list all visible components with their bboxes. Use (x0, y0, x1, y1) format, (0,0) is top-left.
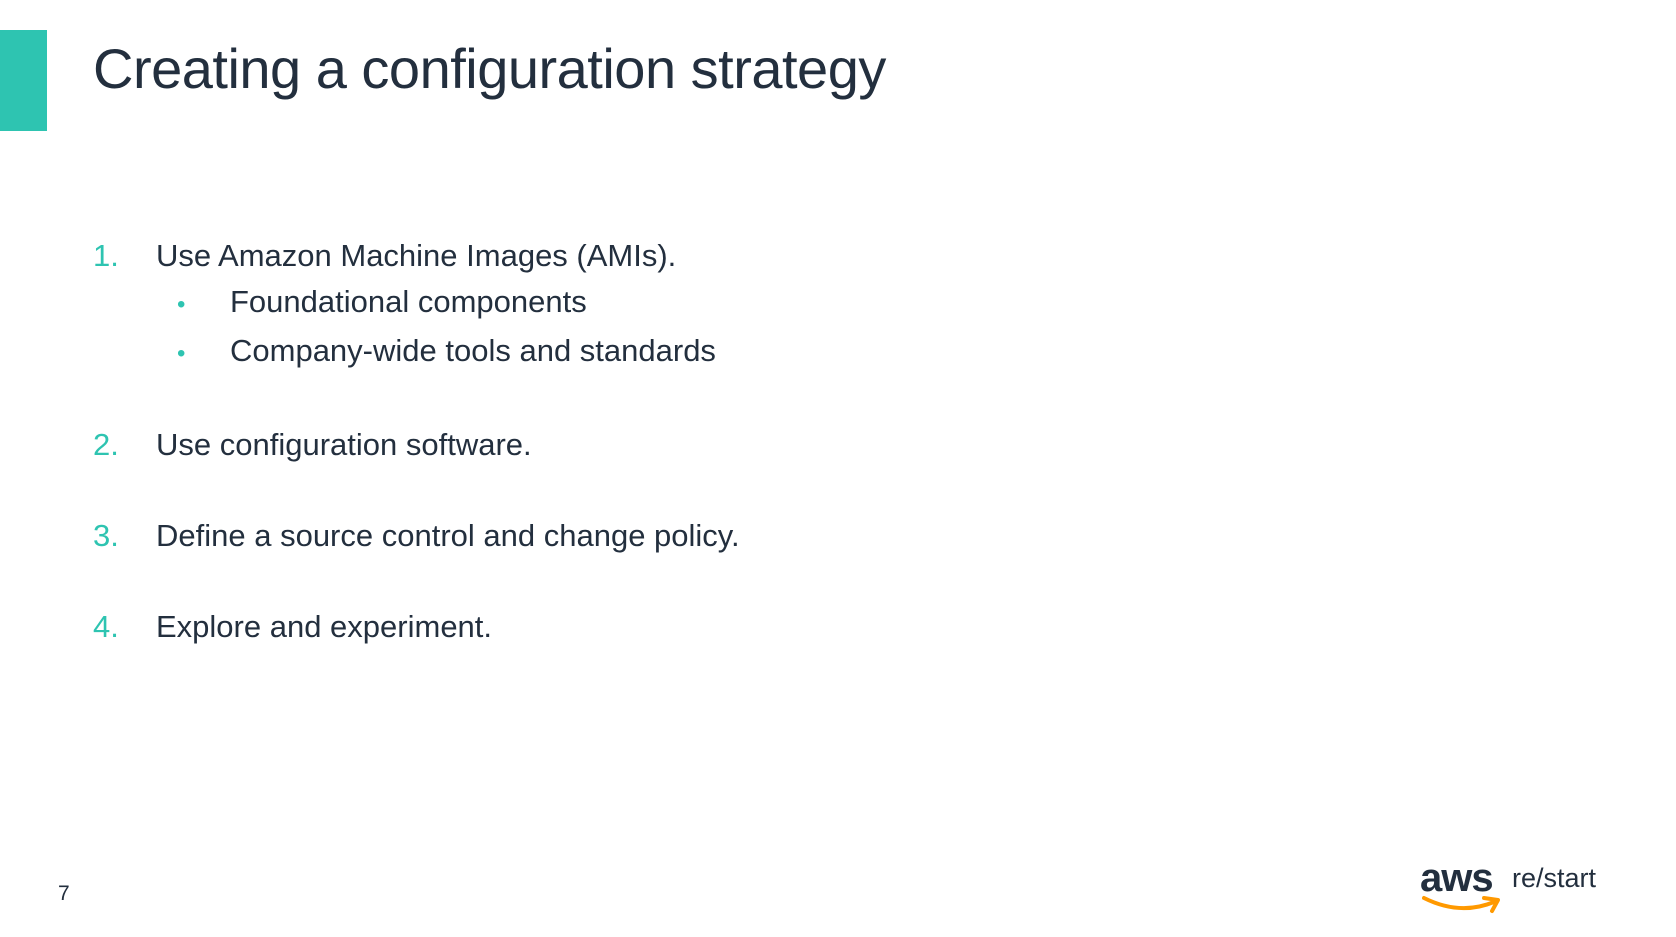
sub-list-item-1: • Foundational components (156, 282, 1293, 325)
list-number: 3. (93, 518, 119, 553)
title-accent-bar (0, 30, 47, 131)
aws-smile-arrow-icon (1422, 896, 1500, 913)
aws-restart-logo: aws re/start (1420, 856, 1610, 916)
bullet-icon: • (177, 291, 186, 318)
list-item-4: 4. Explore and experiment. (93, 607, 1293, 647)
list-item-2: 2. Use configuration software. (93, 425, 1293, 465)
list-item-1: 1. Use Amazon Machine Images (AMIs). • F… (93, 236, 1293, 374)
restart-logo-text: re/start (1512, 863, 1597, 893)
sub-list: • Foundational components • Company-wide… (156, 282, 1293, 374)
list-item-text: Use Amazon Machine Images (AMIs). (156, 238, 677, 273)
list-number: 2. (93, 427, 119, 462)
list-item-text: Explore and experiment. (156, 609, 493, 644)
list-number: 1. (93, 238, 119, 273)
sub-list-item-text: Company-wide tools and standards (230, 333, 716, 368)
slide-content: 1. Use Amazon Machine Images (AMIs). • F… (93, 236, 1293, 647)
list-item-text: Use configuration software. (156, 427, 532, 462)
list-number: 4. (93, 609, 119, 644)
page-number: 7 (58, 882, 70, 905)
sub-list-item-text: Foundational components (230, 284, 587, 319)
list-item-body: Use Amazon Machine Images (AMIs). • Foun… (156, 236, 1293, 374)
sub-list-item-2: • Company-wide tools and standards (156, 331, 1293, 374)
list-item-3: 3. Define a source control and change po… (93, 516, 1293, 556)
bullet-icon: • (177, 340, 186, 367)
slide-title: Creating a configuration strategy (93, 37, 886, 100)
list-item-text: Define a source control and change polic… (156, 518, 740, 553)
